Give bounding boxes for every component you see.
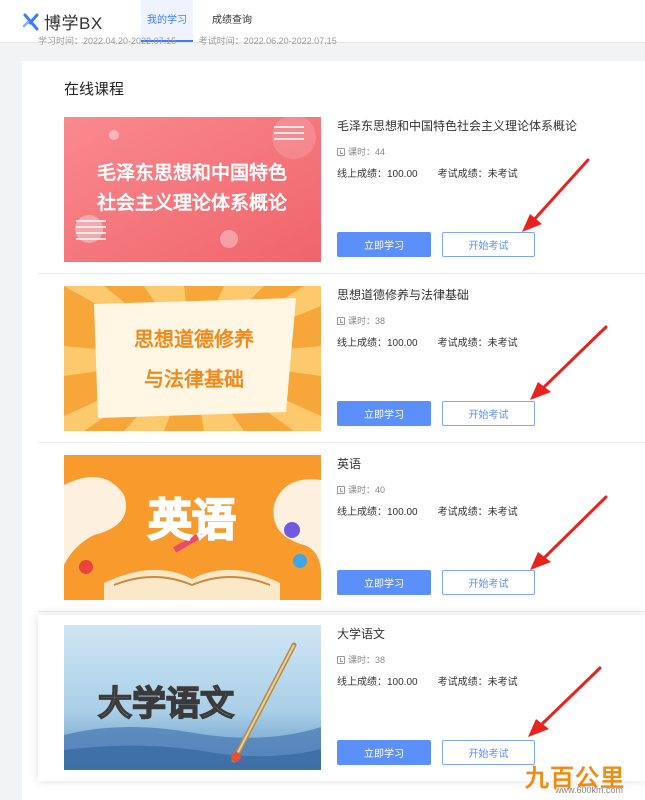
watermark: 九百公里 www.600km.com bbox=[511, 758, 639, 796]
watermark-url: www.600km.com bbox=[555, 785, 624, 795]
annotation-arrows bbox=[522, 158, 608, 737]
